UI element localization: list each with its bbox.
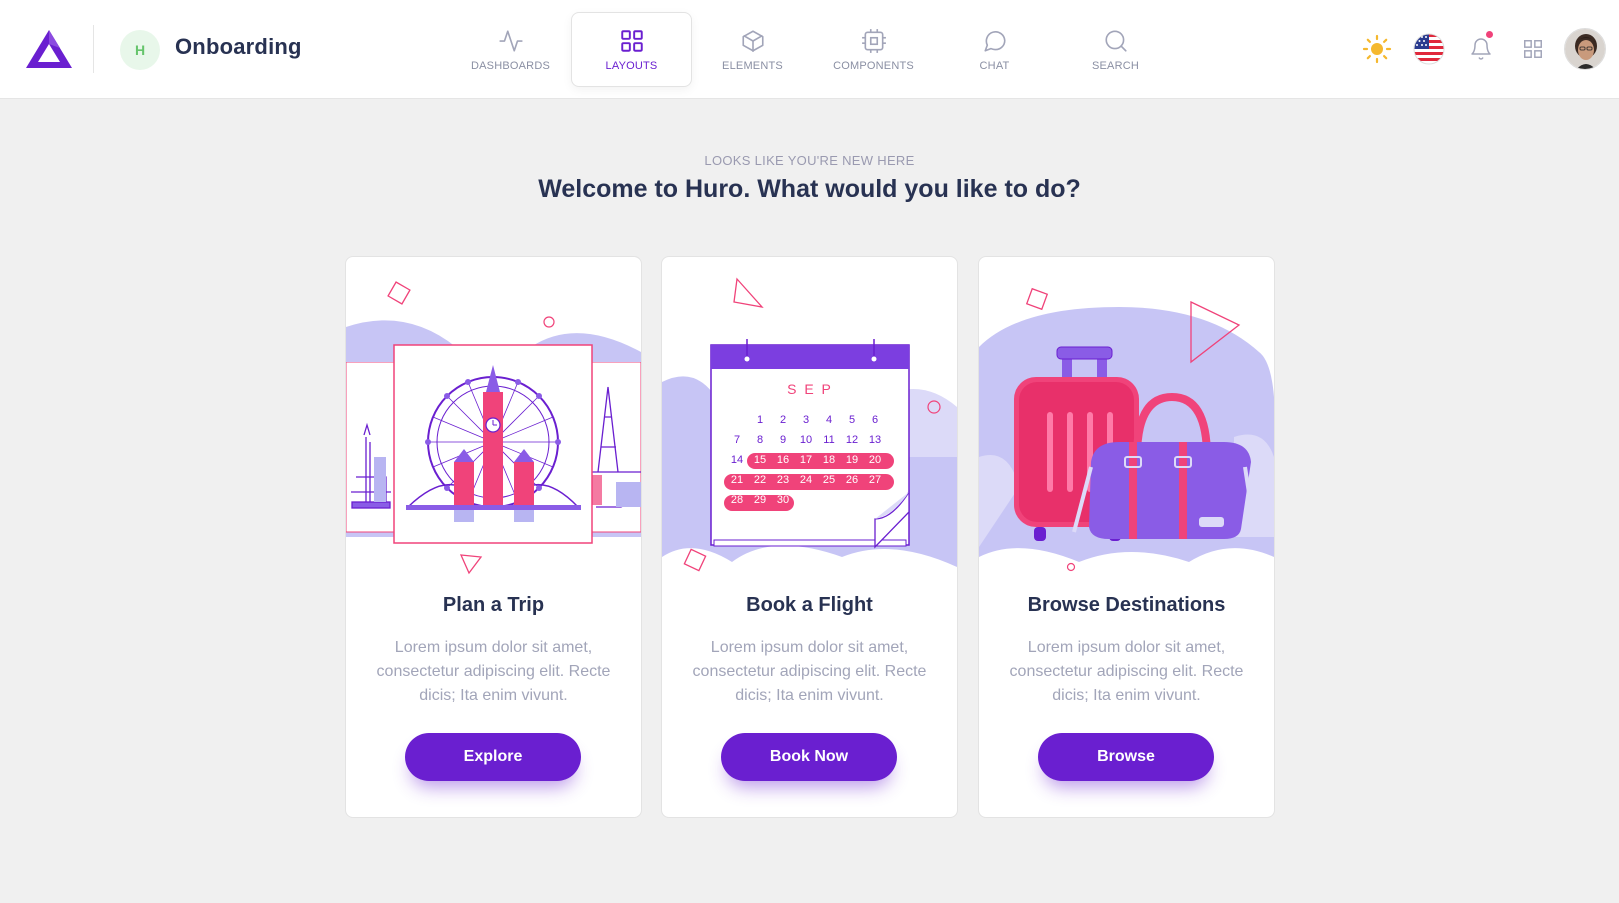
browse-button[interactable]: Browse [1038,733,1214,781]
user-menu[interactable] [1562,26,1608,72]
calendar-day: 17 [800,454,812,466]
calendar-day: 10 [800,434,812,446]
calendar-day: 27 [869,474,881,486]
hero-eyebrow: LOOKS LIKE YOU'RE NEW HERE [704,153,915,168]
onboarding-card-book-flight: S E P 1 2 3 4 5 6 7 8 9 10 11 12 13 14 15 16 17 18 19 20 21 2… [661,256,958,818]
calendar-day: 7 [734,434,740,446]
tab-elements[interactable]: ELEMENTS [692,12,813,87]
calendar-day: 1 [757,414,763,426]
calendar-day: 23 [777,474,789,486]
sun-icon [1362,34,1392,64]
calendar-day: 29 [754,494,766,506]
card-title: Plan a Trip [442,594,545,616]
box-icon [741,29,764,52]
navbar-tools [1319,26,1619,72]
calendar-day: 13 [869,434,881,446]
calendar-day: 18 [823,454,835,466]
tab-label: SEARCH [1091,59,1140,72]
calendar-day: 11 [823,434,834,446]
card-description: Lorem ipsum dolor sit amet, consectetur … [1009,639,1244,704]
us-flag-icon [1413,33,1445,65]
calendar-day: 16 [777,454,789,466]
tab-label: DASHBOARDS [470,59,551,72]
top-navbar: H Onboarding DASHBOARDS LAYOUTS ELEMENTS… [0,0,1619,99]
calendar-day: 24 [800,474,812,486]
calendar-day: 30 [777,494,789,506]
language-selector[interactable] [1406,26,1452,72]
theme-toggle[interactable] [1354,26,1400,72]
chat-bubble-icon [983,30,1006,52]
notifications-button[interactable] [1458,26,1504,72]
calendar-day: 15 [754,454,766,466]
calendar-day: 4 [826,414,832,426]
calendar-day: 21 [731,474,743,486]
notification-dot [1486,31,1493,38]
calendar-day: 14 [731,454,743,466]
calendar-day: 8 [757,434,763,446]
apps-grid-icon [1524,40,1542,58]
tab-label: ELEMENTS [722,59,783,72]
page-title: Onboarding [175,34,302,59]
tab-components[interactable]: COMPONENTS [813,12,934,87]
project-avatar[interactable]: H [120,30,160,70]
calendar-day: 6 [872,414,878,426]
hero-headline: Welcome to Huro. What would you like to … [538,175,1081,203]
calendar-day: 20 [869,454,881,466]
card-title: Book a Flight [746,594,873,616]
calendar-day: 12 [846,434,858,446]
calendar-illustration: S E P 1 2 3 4 5 67 8 9 10 11 12 1314 15 16 17 18 19 2021 2… [662,277,957,572]
search-icon [1104,29,1127,52]
explore-button[interactable]: Explore [405,733,581,781]
user-avatar [1564,28,1606,70]
bell-icon [1471,38,1491,60]
book-now-button[interactable]: Book Now [721,733,897,781]
huro-logo[interactable] [24,28,74,70]
grid-icon [620,29,643,52]
card-description: Lorem ipsum dolor sit amet, consectetur … [376,639,611,704]
navbar-divider [93,25,94,73]
onboarding-card-plan-trip: Plan a Trip Lorem ipsum dolor sit amet, … [345,256,642,818]
calendar-day: 5 [849,414,855,426]
tab-search[interactable]: SEARCH [1055,12,1176,87]
calendar-day: 26 [846,474,858,486]
calendar-day: 9 [780,434,786,446]
tab-label: LAYOUTS [605,59,658,72]
city-landmarks-illustration [346,281,641,575]
tab-label: CHAT [979,59,1010,72]
calendar-day: 2 [780,414,786,426]
luggage-illustration [979,287,1274,572]
cpu-icon [861,28,886,53]
card-title: Browse Destinations [1027,594,1226,616]
calendar-day: 3 [803,414,809,426]
tab-label: COMPONENTS [833,59,914,72]
calendar-month: S E P [787,381,833,397]
calendar-day: 19 [846,454,858,466]
calendar-day: 25 [823,474,835,486]
tab-chat[interactable]: CHAT [934,12,1055,87]
tab-dashboards[interactable]: DASHBOARDS [450,12,571,87]
calendar-day: 22 [754,474,766,486]
onboarding-card-browse-destinations: Browse Destinations Lorem ipsum dolor si… [978,256,1275,818]
tab-layouts[interactable]: LAYOUTS [571,12,692,87]
card-description: Lorem ipsum dolor sit amet, consectetur … [692,639,927,704]
activity-icon [498,29,523,52]
main-nav-tabs: DASHBOARDS LAYOUTS ELEMENTS COMPONENTS C… [450,12,1176,87]
calendar-day: 28 [731,494,743,506]
apps-button[interactable] [1510,26,1556,72]
